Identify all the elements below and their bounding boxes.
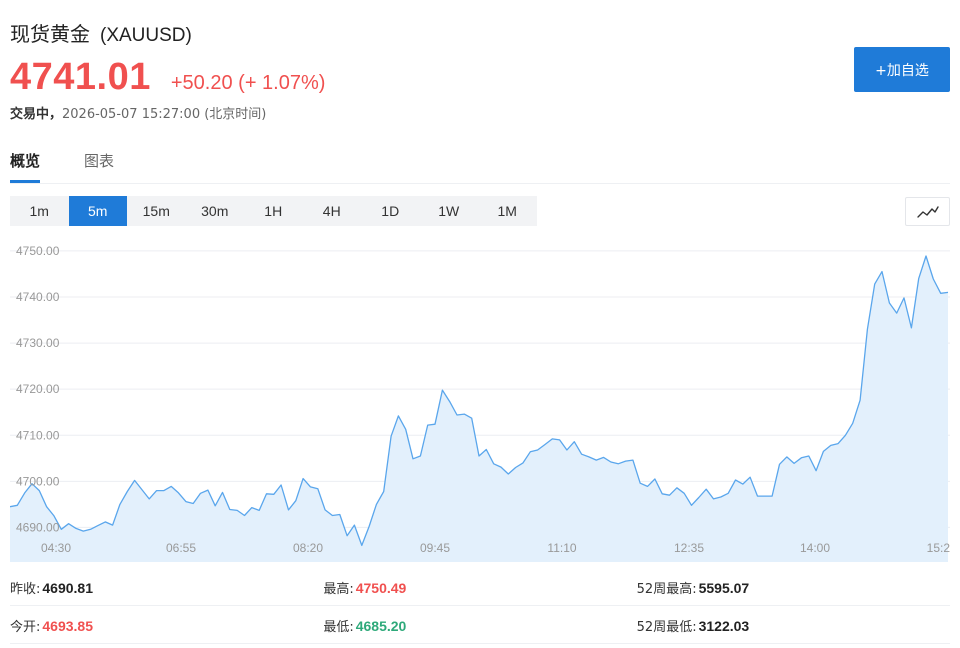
stat-value: 5595.07 [698, 579, 750, 596]
stat-open: 今开: 4693.85 [10, 617, 93, 636]
line-chart-icon [916, 205, 939, 218]
trading-status: 交易中，2026-05-07 15:27:00 (北京时间) [10, 103, 266, 122]
y-tick-label: 4740.00 [16, 290, 60, 304]
stat-value: 4685.20 [355, 617, 407, 634]
period-5m[interactable]: 5m [68, 196, 127, 226]
price-change: +50.20 (+ 1.07%) [170, 72, 326, 94]
stats-row: 昨收: 4690.81 最高: 4750.49 52周最高: 5595.07 [10, 570, 950, 606]
stat-52w-low: 52周最低: 3122.03 [636, 617, 750, 636]
tab-overview[interactable]: 概览 [10, 150, 41, 183]
status-label: 交易中， [10, 107, 63, 122]
main-tabs: 概览 图表 [10, 150, 114, 183]
y-tick-label: 4720.00 [16, 382, 60, 396]
y-tick-label: 4690.00 [16, 520, 60, 534]
price-row: 4741.01 +50.20 (+ 1.07%) [10, 56, 325, 99]
stat-value: 3122.03 [698, 617, 750, 634]
stat-value: 4693.85 [42, 617, 93, 634]
stats-row: 今开: 4693.85 最低: 4685.20 52周最低: 3122.03 [10, 608, 950, 644]
period-1h[interactable]: 1H [244, 196, 303, 226]
period-selector: 1m 5m 15m 30m 1H 4H 1D 1W 1M [10, 196, 537, 226]
quote-stats: 昨收: 4690.81 最高: 4750.49 52周最高: 5595.07 今… [10, 570, 950, 644]
period-1w[interactable]: 1W [420, 196, 479, 226]
period-1d[interactable]: 1D [361, 196, 420, 226]
period-15m[interactable]: 15m [127, 196, 186, 226]
stat-prev-close: 昨收: 4690.81 [10, 579, 93, 598]
period-4h[interactable]: 4H [303, 196, 362, 226]
tabs-divider [10, 183, 950, 184]
status-timezone: (北京时间) [204, 107, 267, 122]
tab-chart[interactable]: 图表 [84, 150, 114, 183]
period-1mo[interactable]: 1M [478, 196, 537, 226]
chart-type-button[interactable] [905, 197, 950, 226]
x-tick-label: 15:2 [927, 541, 950, 555]
period-1m[interactable]: 1m [10, 196, 69, 226]
instrument-title: 现货黄金 (XAUUSD) [10, 18, 192, 47]
y-tick-label: 4710.00 [16, 428, 60, 442]
x-tick-label: 04:30 [41, 541, 71, 555]
stat-high: 最高: 4750.49 [323, 579, 407, 598]
stat-value: 4690.81 [42, 579, 93, 596]
instrument-code: (XAUUSD) [100, 25, 192, 46]
x-tick-label: 09:45 [420, 541, 450, 555]
price-chart[interactable]: 4690.00 4700.00 4710.00 4720.00 4730.00 4740.… [10, 238, 950, 562]
status-timestamp: 2026-05-07 15:27:00 [62, 107, 201, 122]
period-30m[interactable]: 30m [186, 196, 245, 226]
instrument-name: 现货黄金 [10, 22, 90, 46]
y-tick-label: 4700.00 [16, 474, 60, 488]
stat-value: 4750.49 [355, 579, 407, 596]
x-tick-label: 06:55 [166, 541, 196, 555]
last-price: 4741.01 [10, 56, 151, 98]
x-tick-label: 12:35 [674, 541, 704, 555]
stat-low: 最低: 4685.20 [323, 617, 407, 636]
y-tick-label: 4750.00 [16, 244, 60, 258]
add-to-watchlist-button[interactable]: +加自选 [854, 47, 950, 92]
x-tick-label: 14:00 [800, 541, 830, 555]
y-tick-label: 4730.00 [16, 336, 60, 350]
x-tick-label: 08:20 [293, 541, 323, 555]
stat-52w-high: 52周最高: 5595.07 [636, 579, 750, 598]
x-tick-label: 11:10 [547, 541, 576, 555]
